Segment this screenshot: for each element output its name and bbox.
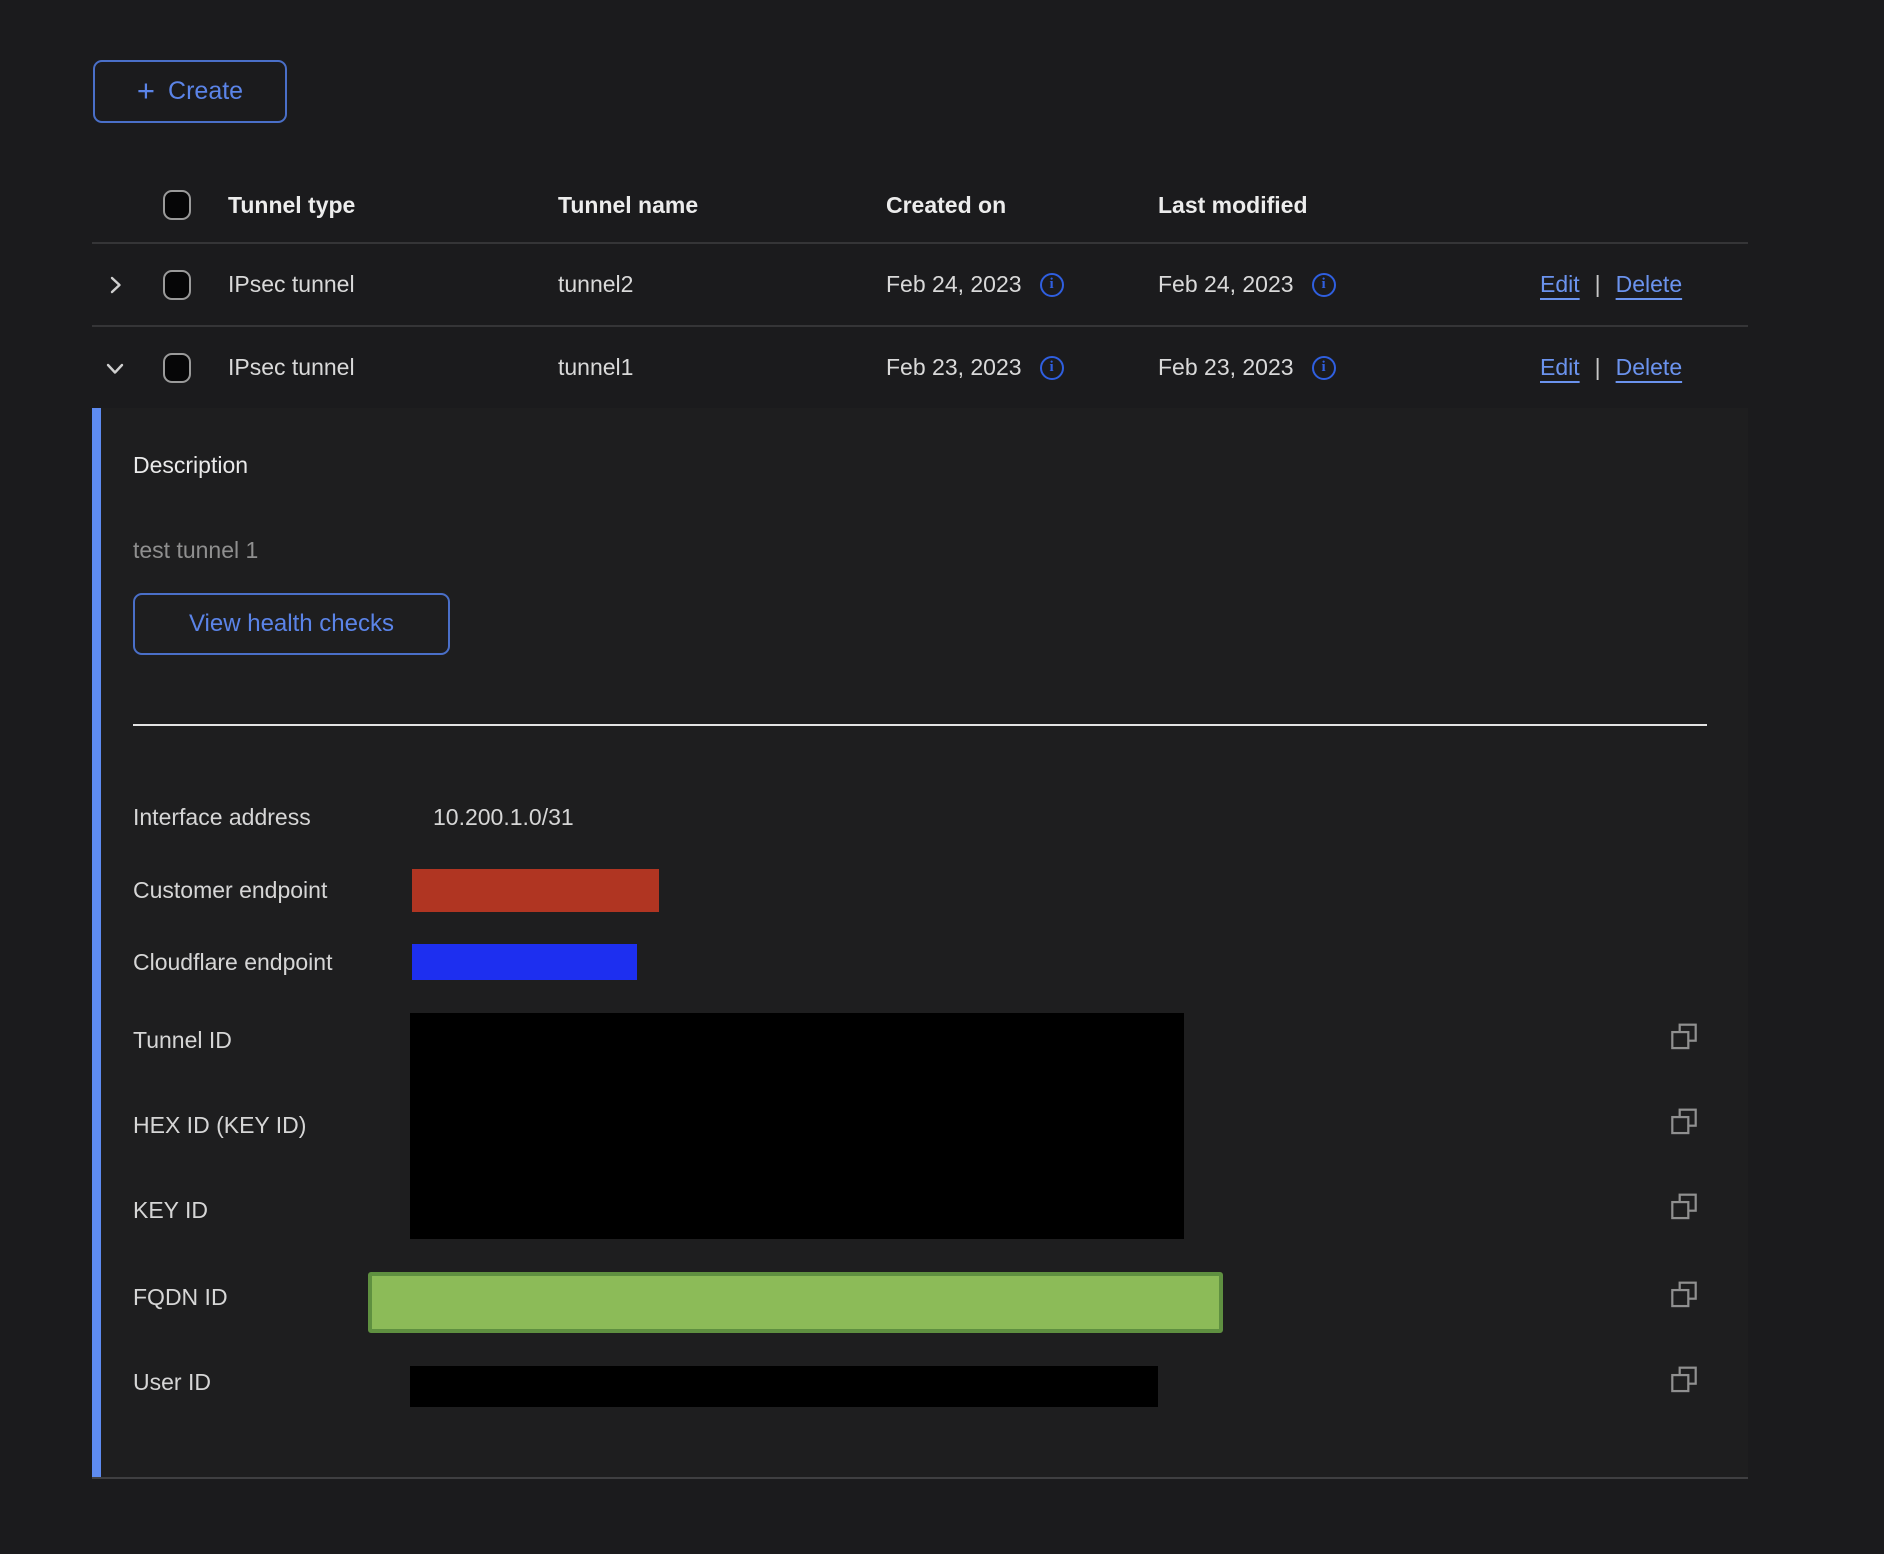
edit-link[interactable]: Edit bbox=[1540, 271, 1580, 298]
select-all-checkbox[interactable] bbox=[163, 190, 191, 220]
view-health-checks-button[interactable]: View health checks bbox=[133, 593, 450, 655]
collapse-row-button[interactable] bbox=[92, 356, 138, 380]
copy-key-id-button[interactable] bbox=[1668, 1191, 1700, 1223]
copy-tunnel-id-button[interactable] bbox=[1668, 1021, 1700, 1053]
cloudflare-endpoint-label: Cloudflare endpoint bbox=[133, 949, 332, 976]
fqdn-id-redaction bbox=[368, 1272, 1223, 1333]
copy-icon bbox=[1668, 1021, 1700, 1053]
info-icon[interactable]: i bbox=[1312, 356, 1336, 380]
tunnels-page: + Create Tunnel type Tunnel name Created… bbox=[0, 0, 1884, 1554]
customer-endpoint-label: Customer endpoint bbox=[133, 877, 327, 904]
create-button[interactable]: + Create bbox=[93, 60, 287, 123]
expand-row-button[interactable] bbox=[92, 273, 138, 297]
column-header-tunnel-name: Tunnel name bbox=[558, 192, 886, 219]
tunnel-type-cell: IPsec tunnel bbox=[228, 271, 558, 298]
column-header-created-on: Created on bbox=[886, 192, 1158, 219]
copy-hex-id-button[interactable] bbox=[1668, 1106, 1700, 1138]
user-id-redaction bbox=[410, 1366, 1158, 1407]
last-modified-value: Feb 24, 2023 bbox=[1158, 271, 1294, 298]
table-header-row: Tunnel type Tunnel name Created on Last … bbox=[92, 168, 1748, 242]
edit-link[interactable]: Edit bbox=[1540, 354, 1580, 381]
delete-link[interactable]: Delete bbox=[1616, 354, 1682, 381]
fqdn-id-label: FQDN ID bbox=[133, 1284, 228, 1311]
copy-icon bbox=[1668, 1364, 1700, 1396]
description-label: Description bbox=[133, 452, 248, 479]
table-row-tunnel2: IPsec tunnel tunnel2 Feb 24, 2023 i Feb … bbox=[92, 242, 1748, 325]
row-actions: Edit | Delete bbox=[1540, 271, 1748, 298]
copy-icon bbox=[1668, 1106, 1700, 1138]
last-modified-cell: Feb 24, 2023 i bbox=[1158, 271, 1540, 298]
actions-separator: | bbox=[1595, 271, 1601, 298]
copy-user-id-button[interactable] bbox=[1668, 1364, 1700, 1396]
row-checkbox-cell bbox=[138, 353, 228, 383]
tunnel-name-cell: tunnel2 bbox=[558, 271, 886, 298]
tunnel1-detail-panel: Description test tunnel 1 View health ch… bbox=[92, 408, 1748, 1479]
tunnel-id-label: Tunnel ID bbox=[133, 1027, 232, 1054]
copy-icon bbox=[1668, 1279, 1700, 1311]
row-checkbox-cell bbox=[138, 270, 228, 300]
info-icon[interactable]: i bbox=[1040, 356, 1064, 380]
expanded-accent-bar bbox=[92, 408, 101, 1477]
info-icon[interactable]: i bbox=[1312, 273, 1336, 297]
customer-endpoint-redaction bbox=[412, 869, 659, 912]
copy-icon bbox=[1668, 1191, 1700, 1223]
created-on-value: Feb 23, 2023 bbox=[886, 354, 1022, 381]
chevron-right-icon bbox=[103, 273, 127, 297]
column-header-last-modified: Last modified bbox=[1158, 192, 1540, 219]
cloudflare-endpoint-redaction bbox=[412, 944, 637, 980]
create-button-label: Create bbox=[168, 77, 243, 106]
info-icon[interactable]: i bbox=[1040, 273, 1064, 297]
user-id-label: User ID bbox=[133, 1369, 211, 1396]
description-value: test tunnel 1 bbox=[133, 537, 258, 564]
tunnel-name-cell: tunnel1 bbox=[558, 354, 886, 381]
tunnels-table: Tunnel type Tunnel name Created on Last … bbox=[92, 168, 1748, 408]
row-checkbox[interactable] bbox=[163, 353, 191, 383]
last-modified-cell: Feb 23, 2023 i bbox=[1158, 354, 1540, 381]
row-checkbox[interactable] bbox=[163, 270, 191, 300]
chevron-down-icon bbox=[103, 356, 127, 380]
column-header-tunnel-type: Tunnel type bbox=[228, 192, 558, 219]
hex-id-label: HEX ID (KEY ID) bbox=[133, 1112, 306, 1139]
last-modified-value: Feb 23, 2023 bbox=[1158, 354, 1294, 381]
created-on-cell: Feb 23, 2023 i bbox=[886, 354, 1158, 381]
copy-fqdn-id-button[interactable] bbox=[1668, 1279, 1700, 1311]
row-actions: Edit | Delete bbox=[1540, 354, 1748, 381]
created-on-cell: Feb 24, 2023 i bbox=[886, 271, 1158, 298]
key-id-label: KEY ID bbox=[133, 1197, 208, 1224]
plus-icon: + bbox=[137, 75, 155, 106]
delete-link[interactable]: Delete bbox=[1616, 271, 1682, 298]
interface-address-value: 10.200.1.0/31 bbox=[433, 804, 574, 831]
created-on-value: Feb 24, 2023 bbox=[886, 271, 1022, 298]
interface-address-label: Interface address bbox=[133, 804, 311, 831]
tunnel-type-cell: IPsec tunnel bbox=[228, 354, 558, 381]
table-row-tunnel1: IPsec tunnel tunnel1 Feb 23, 2023 i Feb … bbox=[92, 325, 1748, 408]
header-checkbox-cell bbox=[138, 190, 228, 220]
detail-divider bbox=[133, 724, 1707, 726]
ids-redaction-block bbox=[410, 1013, 1184, 1239]
actions-separator: | bbox=[1595, 354, 1601, 381]
